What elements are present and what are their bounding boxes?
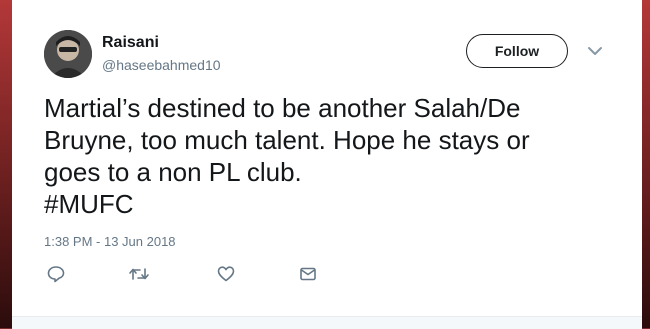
avatar-photo (44, 30, 92, 78)
heart-icon[interactable] (216, 264, 238, 286)
avatar[interactable] (44, 30, 92, 78)
retweet-icon[interactable] (128, 264, 150, 286)
chevron-down-icon[interactable] (586, 44, 604, 58)
author-name[interactable]: Raisani (102, 34, 159, 52)
card-footer-strip (12, 316, 642, 329)
tweet-card: Raisani @haseebahmed10 Follow Martial’s … (12, 0, 642, 316)
author-handle[interactable]: @haseebahmed10 (102, 57, 221, 73)
reply-icon[interactable] (46, 264, 68, 286)
tweet-timestamp[interactable]: 1:38 PM - 13 Jun 2018 (44, 234, 176, 249)
follow-button[interactable]: Follow (466, 34, 568, 68)
envelope-icon[interactable] (298, 264, 320, 286)
tweet-text: Martial’s destined to be another Salah/D… (44, 93, 530, 219)
background-left-edge (0, 0, 12, 328)
background-right-edge (642, 0, 650, 328)
